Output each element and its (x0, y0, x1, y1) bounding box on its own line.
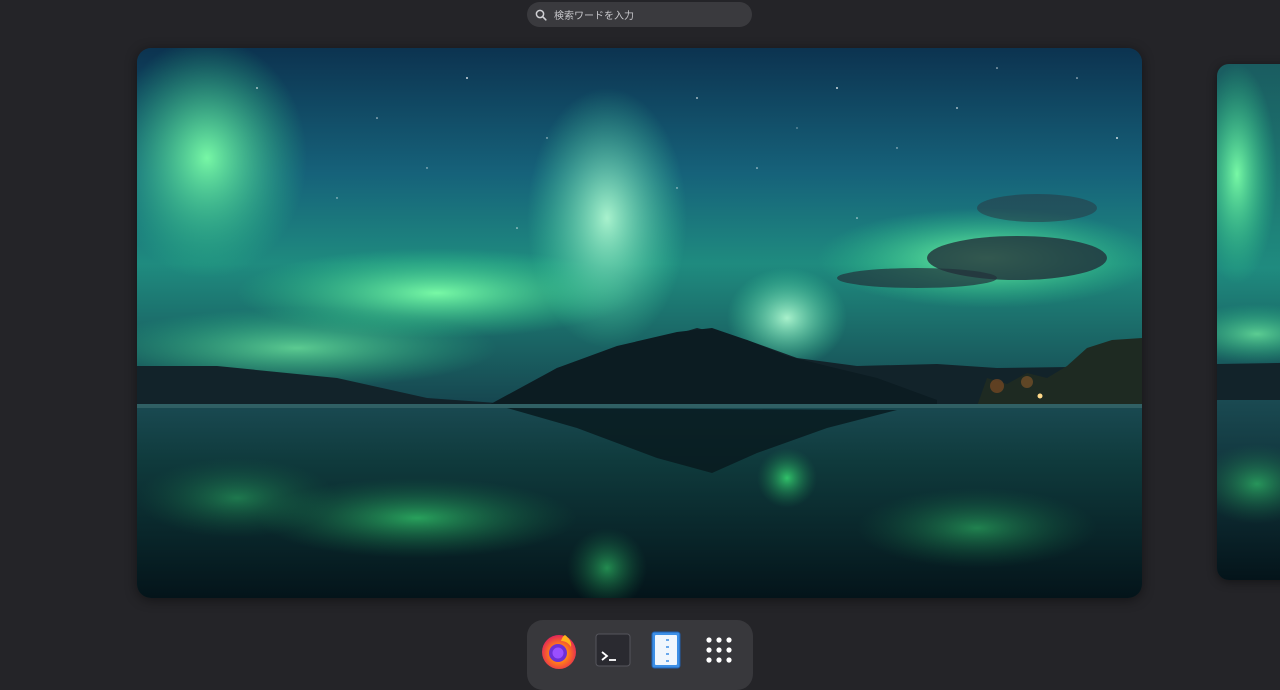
aurora-wallpaper-thumbnail (1217, 64, 1280, 580)
dock-item-firefox[interactable] (539, 632, 579, 672)
current-workspace[interactable] (137, 48, 1142, 598)
app-grid-icon (704, 635, 734, 669)
terminal-icon (595, 632, 631, 672)
dock-item-text-editor[interactable] (646, 631, 686, 673)
dock-item-show-apps[interactable] (699, 632, 739, 672)
search-bar[interactable]: 検索ワードを入力 (527, 2, 752, 27)
next-workspace[interactable] (1217, 64, 1280, 580)
aurora-wallpaper (137, 48, 1142, 598)
firefox-icon (539, 630, 579, 674)
dock (527, 620, 753, 690)
dock-item-terminal[interactable] (593, 632, 633, 672)
search-placeholder: 検索ワードを入力 (554, 11, 634, 22)
text-editor-icon (650, 631, 682, 673)
search-icon (535, 9, 547, 21)
